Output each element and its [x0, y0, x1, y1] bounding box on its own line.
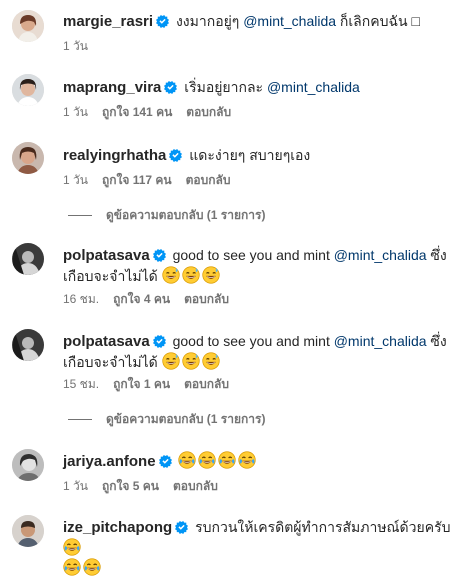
likes-count[interactable]: ถูกใจ 117 คน [102, 173, 172, 187]
avatar[interactable] [12, 74, 44, 106]
comment-time[interactable]: 1 วัน [63, 173, 88, 187]
reply-button[interactable]: ตอบกลับ [184, 292, 229, 306]
likes-count[interactable]: ถูกใจ 1 คน [113, 377, 170, 391]
username[interactable]: maprang_vira [63, 79, 161, 96]
verified-badge-icon [153, 249, 166, 262]
comment-text: เกือบจะจำไม่ได้ [63, 268, 162, 284]
missing-glyph: □ [411, 13, 420, 29]
grinning-sweat-emoji-icon [162, 352, 180, 370]
verified-badge-icon [175, 521, 188, 534]
mention-link[interactable]: @mint_chalida [267, 79, 360, 95]
comment-text: เริ่มอยู่ยากละ [184, 79, 267, 95]
avatar[interactable] [12, 10, 44, 42]
username[interactable]: polpatasava [63, 247, 150, 264]
reply-button[interactable]: ตอบกลับ [184, 377, 229, 391]
comment-time[interactable]: 1 วัน [63, 39, 88, 53]
crying-laughing-emoji-icon [198, 451, 216, 469]
comment-time[interactable]: 1 วัน [63, 105, 88, 119]
view-replies-label: ดูข้อความตอบกลับ (1 รายการ) [106, 208, 266, 222]
mention-link[interactable]: @mint_chalida [334, 333, 427, 349]
reply-button[interactable]: ตอบกลับ [186, 173, 231, 187]
comment-text: ซึ่ง [426, 333, 447, 349]
username[interactable]: jariya.anfone [63, 453, 156, 470]
view-replies-button[interactable]: ดูข้อความตอบกลับ (1 รายการ) [68, 411, 265, 427]
likes-count[interactable]: ถูกใจ 4 คน [113, 292, 170, 306]
comment-meta: 1 วัน ถูกใจ 117 คน ตอบกลับ [63, 172, 245, 188]
username[interactable]: ize_pitchapong [63, 519, 172, 536]
crying-laughing-emoji-icon [238, 451, 256, 469]
crying-laughing-emoji-icon [63, 558, 81, 576]
view-replies-button[interactable]: ดูข้อความตอบกลับ (1 รายการ) [68, 207, 265, 223]
comment-text: ก็เลิกคบฉัน [336, 13, 412, 29]
comment-text: ซึ่ง [426, 247, 447, 263]
verified-badge-icon [159, 455, 172, 468]
grinning-sweat-emoji-icon [202, 266, 220, 284]
comment-text: งงมากอยู่ๆ [175, 13, 244, 29]
crying-laughing-emoji-icon [63, 538, 81, 556]
comment-text: good to see you and mint [172, 247, 334, 263]
grinning-sweat-emoji-icon [182, 266, 200, 284]
username[interactable]: realyingrhatha [63, 147, 166, 164]
mention-link[interactable]: @mint_chalida [243, 13, 336, 29]
comment-text: รบกวนให้เครดิตผู้ทำการสัมภาษณ์ด้วยครับ [195, 519, 451, 535]
comment-time[interactable]: 1 วัน [63, 479, 88, 493]
avatar[interactable] [12, 142, 44, 174]
divider [68, 419, 92, 421]
username[interactable]: polpatasava [63, 333, 150, 350]
comment-text: good to see you and mint [172, 333, 334, 349]
comment-text: เกือบจะจำไม่ได้ [63, 354, 162, 370]
crying-laughing-emoji-icon [178, 451, 196, 469]
likes-count[interactable]: ถูกใจ 5 คน [102, 479, 159, 493]
comment-meta: 15 ชม. ถูกใจ 1 คน ตอบกลับ [63, 376, 243, 392]
grinning-sweat-emoji-icon [162, 266, 180, 284]
comment-meta: 1 วัน [63, 38, 102, 54]
verified-badge-icon [169, 149, 182, 162]
reply-button[interactable]: ตอบกลับ [173, 479, 218, 493]
avatar[interactable] [12, 449, 44, 481]
avatar[interactable] [12, 243, 44, 275]
comment-meta: 1 วัน ถูกใจ 5 คน ตอบกลับ [63, 478, 232, 494]
crying-laughing-emoji-icon [218, 451, 236, 469]
view-replies-label: ดูข้อความตอบกลับ (1 รายการ) [106, 412, 266, 426]
mention-link[interactable]: @mint_chalida [334, 247, 427, 263]
comment-meta: 16 ชม. ถูกใจ 4 คน ตอบกลับ [63, 291, 243, 307]
username[interactable]: margie_rasri [63, 13, 153, 30]
verified-badge-icon [153, 335, 166, 348]
reply-button[interactable]: ตอบกลับ [186, 105, 231, 119]
comment-text: แดะง่ายๆ สบายๆเอง [189, 147, 311, 163]
crying-laughing-emoji-icon [83, 558, 101, 576]
avatar[interactable] [12, 515, 44, 547]
grinning-sweat-emoji-icon [202, 352, 220, 370]
verified-badge-icon [156, 15, 169, 28]
comment-time[interactable]: 15 ชม. [63, 377, 99, 391]
verified-badge-icon [164, 81, 177, 94]
divider [68, 215, 92, 217]
avatar[interactable] [12, 329, 44, 361]
grinning-sweat-emoji-icon [182, 352, 200, 370]
comment-time[interactable]: 16 ชม. [63, 292, 99, 306]
likes-count[interactable]: ถูกใจ 141 คน [102, 105, 172, 119]
comment-meta: 1 วัน ถูกใจ 141 คน ตอบกลับ [63, 104, 245, 120]
